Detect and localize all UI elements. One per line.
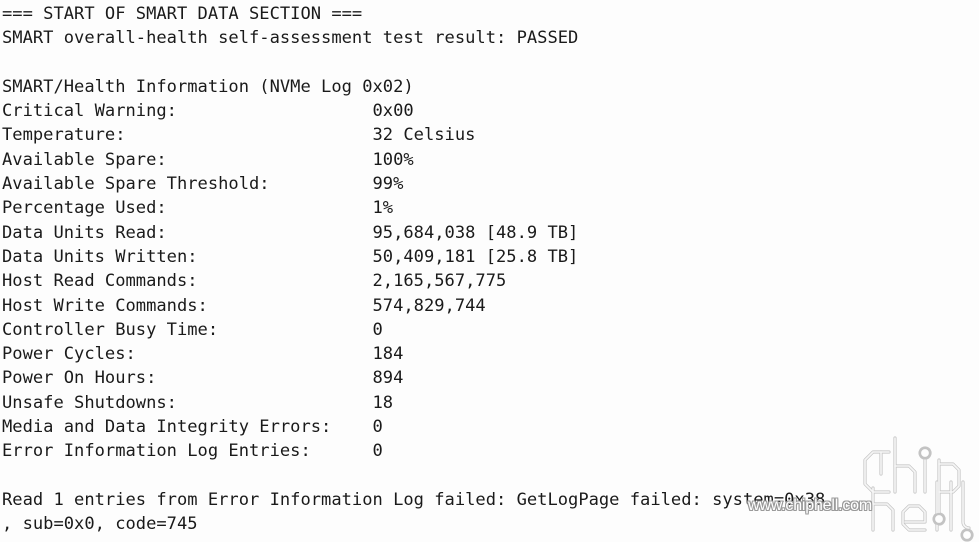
- output-line: Available Spare Threshold: 99%: [2, 174, 404, 195]
- output-line: Power On Hours: 894: [2, 368, 404, 389]
- output-line-blank: [2, 464, 825, 488]
- output-line: , sub=0x0, code=745: [2, 514, 198, 535]
- output-line: Media and Data Integrity Errors: 0: [2, 417, 383, 438]
- output-line-blank: [2, 51, 825, 75]
- output-line: Controller Busy Time: 0: [2, 319, 383, 340]
- output-line: Host Read Commands: 2,165,567,775: [2, 271, 507, 292]
- output-line: Power Cycles: 184: [2, 344, 404, 365]
- smart-output-text: === START OF SMART DATA SECTION === SMART…: [0, 0, 825, 537]
- output-line: Host Write Commands: 574,829,744: [2, 295, 486, 316]
- output-line: SMART/Health Information (NVMe Log 0x02): [2, 76, 414, 97]
- output-line: Data Units Read: 95,684,038 [48.9 TB]: [2, 222, 579, 243]
- chiphell-logo-icon: [859, 426, 977, 542]
- output-line: Critical Warning: 0x00: [2, 101, 414, 122]
- output-line: Error Information Log Entries: 0: [2, 441, 383, 462]
- output-line: Percentage Used: 1%: [2, 198, 394, 219]
- terminal-output: === START OF SMART DATA SECTION === SMART…: [0, 0, 979, 542]
- output-line: Unsafe Shutdowns: 18: [2, 392, 394, 413]
- output-line: Data Units Written: 50,409,181 [25.8 TB]: [2, 246, 579, 267]
- output-line: SMART overall-health self-assessment tes…: [2, 28, 579, 49]
- output-line: === START OF SMART DATA SECTION ===: [2, 4, 363, 24]
- output-line: Read 1 entries from Error Information Lo…: [2, 489, 826, 510]
- output-line: Available Spare: 100%: [2, 149, 414, 170]
- output-line: Temperature: 32 Celsius: [2, 125, 476, 146]
